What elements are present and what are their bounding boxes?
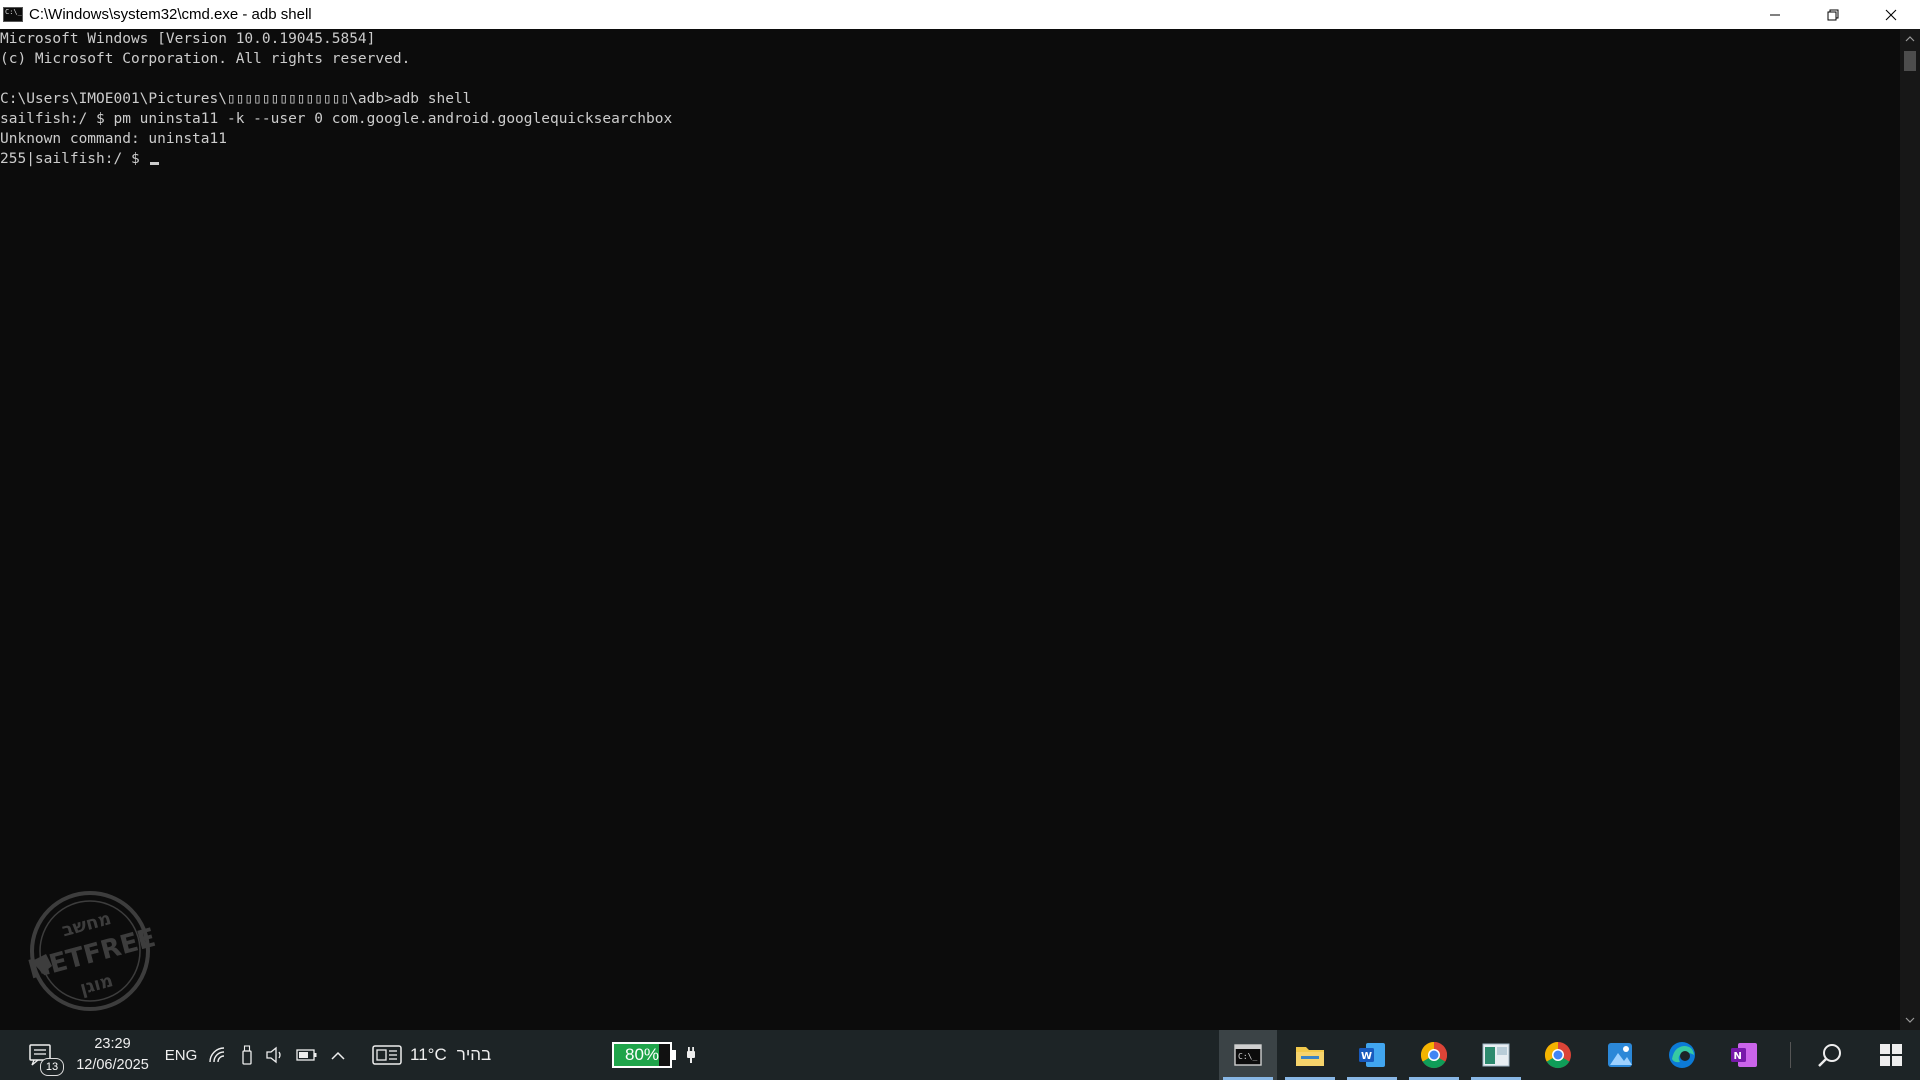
volume-icon [266,1046,281,1064]
word-icon: W [1359,1043,1385,1067]
minimize-button[interactable] [1746,0,1804,29]
taskbar-app-window[interactable] [1467,1030,1525,1080]
cmd-app-icon[interactable] [3,7,23,22]
windows-logo-icon [1880,1044,1902,1066]
weather-condition: בהיר [456,1045,492,1064]
window-title: C:\Windows\system32\cmd.exe - adb shell [29,6,312,23]
clock-time: 23:29 [94,1036,131,1052]
vertical-scrollbar[interactable] [1900,29,1920,1030]
show-hidden-icons-button[interactable] [326,1030,350,1080]
search-button[interactable] [1801,1030,1859,1080]
restore-button[interactable] [1804,0,1862,29]
text-cursor [150,162,160,165]
scroll-down-button[interactable] [1900,1010,1920,1030]
usb-device-icon [242,1045,252,1065]
console-line: Unknown command: uninsta11 [0,131,227,147]
notification-count-badge: 13 [40,1058,64,1076]
taskbar: 13 23:29 12/06/2025 ENG 11°C בהיר 80% C:… [0,1030,1920,1080]
taskbar-app-chrome[interactable] [1405,1030,1463,1080]
window-controls [1746,0,1920,29]
watermark-bottom-text: מוגן [78,970,116,999]
scroll-up-button[interactable] [1900,29,1920,49]
console-prompt-line[interactable]: 255|sailfish:/ $ [0,149,1900,169]
battery-tip [672,1050,676,1060]
edge-icon [1669,1042,1695,1068]
app-window-icon [1482,1043,1510,1067]
console-output[interactable]: Microsoft Windows [Version 10.0.19045.58… [0,29,1900,1030]
start-button[interactable] [1862,1030,1920,1080]
chevron-down-icon [1905,1017,1915,1023]
taskbar-app-edge[interactable] [1653,1030,1711,1080]
console-line: (c) Microsoft Corporation. All rights re… [0,51,411,67]
battery-percent-label: 80% [624,1045,660,1064]
console-prompt: 255|sailfish:/ $ [0,151,149,167]
taskbar-app-file-explorer[interactable] [1281,1030,1339,1080]
taskbar-divider [1790,1042,1791,1068]
restore-icon [1827,9,1839,20]
charging-indicator [682,1030,700,1080]
taskbar-app-chrome-2[interactable] [1529,1030,1587,1080]
weather-widget[interactable]: 11°C בהיר [372,1030,512,1080]
netfree-stamp-icon: מחשב NETFREE מוגן [25,891,159,1011]
clock[interactable]: 23:29 12/06/2025 [70,1030,155,1080]
command-prompt-icon: C:\_ [1234,1044,1262,1066]
battery-meter[interactable]: 80% [612,1042,672,1068]
minimize-icon [1770,14,1780,15]
onenote-icon: N [1731,1043,1757,1067]
wifi-icon [209,1047,225,1063]
chevron-up-icon [1905,36,1915,42]
search-icon [1818,1044,1841,1067]
language-indicator[interactable]: ENG [162,1030,200,1080]
console-line: C:\Users\IMOE001\Pictures\▯▯▯▯▯▯▯▯▯▯▯▯▯▯… [0,91,472,107]
clock-date: 12/06/2025 [76,1057,149,1073]
window-title-bar[interactable]: C:\Windows\system32\cmd.exe - adb shell [0,0,1920,29]
battery-charging-icon [296,1049,317,1061]
photos-icon [1608,1043,1632,1067]
volume-button[interactable] [262,1030,288,1080]
taskbar-app-onenote[interactable]: N [1715,1030,1773,1080]
action-center-button[interactable]: 13 [20,1030,64,1080]
power-plug-icon [687,1047,695,1063]
news-widget-icon [372,1045,402,1065]
scrollbar-thumb[interactable] [1904,51,1916,71]
usb-device-button[interactable] [236,1030,258,1080]
language-label: ENG [164,1046,198,1064]
netfree-watermark: מחשב NETFREE מוגן [22,890,162,1012]
chevron-up-icon [331,1051,345,1060]
taskbar-app-word[interactable]: W [1343,1030,1401,1080]
console-line: sailfish:/ $ pm uninsta11 -k --user 0 co… [0,111,673,127]
chrome-icon [1420,1041,1448,1069]
svg-text:W: W [1361,1051,1372,1062]
chrome-icon [1544,1041,1571,1069]
console-line: Microsoft Windows [Version 10.0.19045.58… [0,31,376,47]
close-icon [1885,9,1897,20]
network-button[interactable] [206,1030,230,1080]
taskbar-app-photos[interactable] [1591,1030,1649,1080]
weather-temperature: 11°C [410,1045,447,1064]
folder-icon [1296,1047,1324,1066]
svg-text:N: N [1734,1051,1742,1062]
power-button[interactable] [294,1030,320,1080]
taskbar-app-cmd[interactable]: C:\_ [1219,1030,1277,1080]
close-button[interactable] [1862,0,1920,29]
svg-text:C:\_: C:\_ [1238,1052,1257,1061]
